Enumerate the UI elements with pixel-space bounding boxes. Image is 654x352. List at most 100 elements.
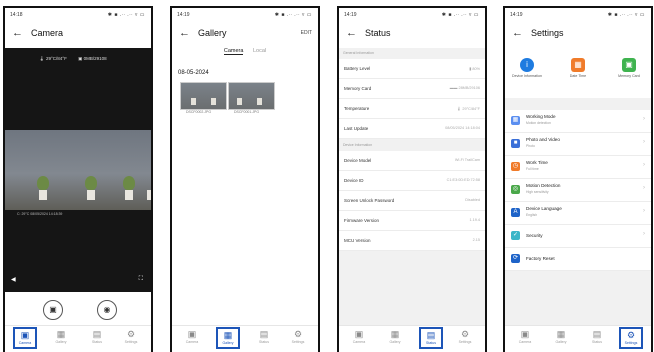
page-title: Gallery [198,28,227,38]
bottom-nav: ▣ Camera ▦ Gallery ▤ Status ⚙ Settings [5,325,151,352]
section-general-information: General Information [343,51,374,55]
section-device-information: Device Information [343,143,373,147]
memory-bar-icon: ▬▬ [449,86,458,90]
clock: 14:18 [10,12,23,18]
settings-list: i Device Information ▦ Date Time ▣ Memor… [505,48,651,326]
reset-icon: ⟳ [511,254,520,263]
nav-status[interactable]: ▤ Status [585,328,609,350]
status-icon: ▤ [592,329,602,339]
nav-status[interactable]: ▤ Status [419,327,443,349]
back-arrow-icon[interactable]: ← [346,27,357,39]
quick-actions: i Device Information ▦ Date Time ▣ Memor… [505,48,651,98]
capture-photo-button[interactable]: ◉ [97,300,117,320]
gallery-tabs: Camera Local [172,48,318,55]
nav-settings[interactable]: ⚙ Settings [286,328,310,350]
nav-gallery[interactable]: ▦ Gallery [383,328,407,350]
gallery-icon: ▦ [556,329,566,339]
bottom-nav: ▣ Camera ▦ Gallery ▤ Status ⚙ Settings [339,325,485,352]
status-bar: 14:19 ✱ ■ .∙∙ .∙∙ ▿ ▭ [172,8,318,22]
temp-value: 29°C/84°F [45,56,67,61]
clock: 14:19 [177,12,190,18]
speaker-icon[interactable]: ◀ [11,276,16,283]
record-video-button[interactable]: ▣ [43,300,63,320]
status-row-device-id: Device ID C1:E3:0D:ED:72:58 [339,171,485,191]
storage-readout: ▣ 0MB/29108 [78,56,107,61]
nav-settings[interactable]: ⚙ Settings [119,328,143,350]
motion-icon: ◎ [511,185,520,194]
bottom-nav: ▣ Camera ▦ Gallery ▤ Status ⚙ Settings [505,325,651,352]
settings-row-working-mode[interactable]: ▦ Working Mode Motion detection › [505,110,651,133]
back-arrow-icon[interactable]: ← [12,27,23,39]
video-timestamp: C: 29°C 08/05/2024 14:18:39 [17,212,63,216]
status-row-screen-unlock: Screen Unlock Password Disabled [339,191,485,211]
back-arrow-icon[interactable]: ← [179,27,190,39]
live-view-panel: 🌡 29°C/84°F ▣ 0MB/29108 C: 29°C 08/05/20… [5,48,151,292]
clock-icon: ◷ [511,162,520,171]
nav-gallery[interactable]: ▦ Gallery [549,328,573,350]
header: ← Camera [5,24,151,46]
fullscreen-icon[interactable]: ⛶ [139,276,143,283]
nav-camera[interactable]: ▣ Camera [13,327,37,349]
battery-icon: ▮ [469,67,472,71]
status-row-memory-card: Memory Card ▬▬ 28MB/29106 [339,79,485,99]
status-icon: ▤ [259,329,269,339]
grid-icon: ▦ [511,116,520,125]
status-bar: 14:18 ✱ ■ .∙∙ .∙∙ ▿ ▭ [5,8,151,22]
camera-screen: 14:18 ✱ ■ .∙∙ .∙∙ ▿ ▭ ← Camera 🌡 29°C/84… [3,6,153,352]
status-row-temperature: Temperature 🌡 29°C/84°F [339,99,485,119]
live-video-feed[interactable] [5,130,151,210]
back-arrow-icon[interactable]: ← [512,27,523,39]
settings-row-device-language[interactable]: A Device Language English › [505,202,651,225]
photo-thumbnail[interactable] [180,82,227,110]
quick-device-information[interactable]: i Device Information [507,54,547,78]
clock: 14:19 [344,12,357,18]
status-icons: ✱ ■ .∙∙ .∙∙ ▿ ▭ [274,12,312,18]
nav-camera[interactable]: ▣ Camera [513,328,537,350]
tab-camera[interactable]: Camera [223,48,244,55]
settings-row-work-time[interactable]: ◷ Work Time Full time › [505,156,651,179]
status-icon: ▤ [426,330,436,340]
status-row-firmware: Firmware Version 1.19.4 [339,211,485,231]
page-title: Camera [31,28,64,38]
header: ← Settings [505,24,651,46]
nav-settings[interactable]: ⚙ Settings [619,327,643,349]
photo-thumbnail[interactable] [228,82,275,110]
photo-filename: DSCF0002.JPG [186,110,212,114]
camera-icon: ▣ [20,330,30,340]
status-row-mcu: MCU Version 2.15 [339,231,485,251]
gear-icon: ⚙ [626,330,636,340]
nav-gallery[interactable]: ▦ Gallery [49,328,73,350]
quick-date-time[interactable]: ▦ Date Time [558,54,598,78]
status-list: General Information Battery Level ▮ 80% … [339,48,485,326]
nav-camera[interactable]: ▣ Camera [347,328,371,350]
gallery-icon: ▦ [390,329,400,339]
gallery-icon: ▦ [56,329,66,339]
camera-icon: ▣ [354,329,364,339]
calendar-icon: ▦ [571,58,585,72]
status-icons: ✱ ■ .∙∙ .∙∙ ▿ ▭ [107,12,145,18]
nav-camera[interactable]: ▣ Camera [180,328,204,350]
bottom-nav: ▣ Camera ▦ Gallery ▤ Status ⚙ Settings [172,325,318,352]
status-row-last-update: Last Update 08/05/2024 14:18:04 [339,119,485,139]
status-bar: 14:19 ✱ ■ .∙∙ .∙∙ ▿ ▭ [339,8,485,22]
status-screen: 14:19 ✱ ■ .∙∙ .∙∙ ▿ ▭ ← Status General I… [337,6,487,352]
camera-readout: 🌡 29°C/84°F ▣ 0MB/29108 [39,56,117,62]
gear-icon: ⚙ [126,329,136,339]
nav-gallery[interactable]: ▦ Gallery [216,327,240,349]
edit-button[interactable]: EDIT [301,30,312,36]
clock: 14:19 [510,12,523,18]
language-icon: A [511,208,520,217]
nav-status[interactable]: ▤ Status [252,328,276,350]
nav-settings[interactable]: ⚙ Settings [453,328,477,350]
settings-row-photo-video[interactable]: ■ Photo and Video Photo › [505,133,651,156]
settings-row-security[interactable]: ✓ Security › [505,225,651,248]
storage-value: 0MB/29108 [83,56,107,61]
temperature-readout: 🌡 29°C/84°F [39,56,67,61]
settings-row-factory-reset[interactable]: ⟳ Factory Reset [505,248,651,271]
settings-row-motion-detection[interactable]: ◎ Motion Detection High sensitivity › [505,179,651,202]
camera-icon: ▣ [520,329,530,339]
photo-video-icon: ■ [511,139,520,148]
nav-status[interactable]: ▤ Status [85,328,109,350]
tab-local[interactable]: Local [253,48,266,54]
quick-memory-card[interactable]: ▣ Memory Card [609,54,649,78]
